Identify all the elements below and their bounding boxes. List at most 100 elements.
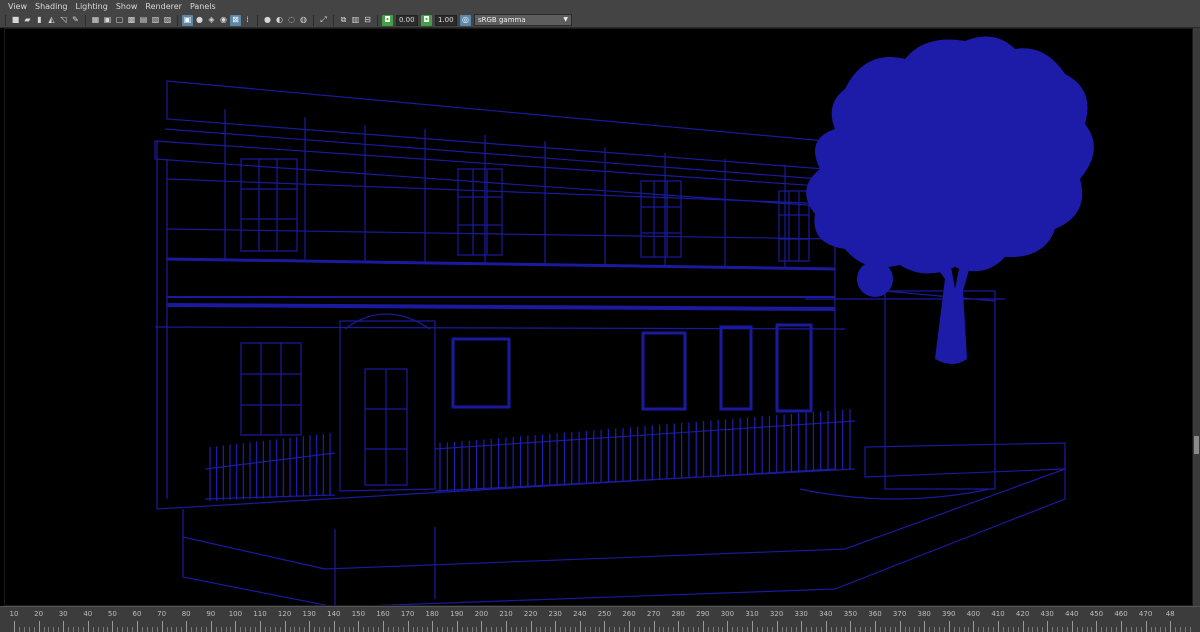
time-slider[interactable]: 10 20 30 40 50 60 70 80 90 100 110 120 130 140 150 160 1… [0, 606, 1200, 632]
time-tick-minor [314, 627, 316, 632]
panel-toolbar: ■ ▰ ▮ ◭ ◹ ✎ ▦ ▣ ▢ ▩ ▤ ▧ ▨ ▣ ● ◈ ◉ ⊠ ⁞ ● … [0, 13, 1200, 28]
time-tick-label: 10 [9, 610, 19, 618]
time-tick-minor [451, 627, 453, 632]
time-tick-major [186, 621, 188, 632]
safe-action-icon[interactable]: ▧ [150, 15, 161, 26]
menu-show[interactable]: Show [112, 0, 142, 13]
time-tick-minor [363, 627, 365, 632]
smooth-shade-icon[interactable]: ● [194, 15, 205, 26]
time-tick-minor [1135, 627, 1137, 632]
time-tick-minor [1081, 627, 1083, 632]
menu-panels[interactable]: Panels [186, 0, 220, 13]
time-tick-minor [181, 627, 183, 632]
exposure-field[interactable]: 0.00 [396, 14, 418, 26]
ambient-occlusion-icon[interactable]: ◐ [274, 15, 285, 26]
time-tick-minor [496, 627, 498, 632]
viewport-3d[interactable] [4, 28, 1193, 606]
image-plane-icon[interactable]: ◭ [46, 15, 57, 26]
motion-blur-icon[interactable]: ◌ [286, 15, 297, 26]
exposure-toggle-icon[interactable]: ◘ [382, 14, 393, 26]
time-tick-minor [820, 627, 822, 632]
viewport-scrollbar[interactable] [1193, 28, 1200, 606]
time-tick-label: 50 [107, 610, 117, 618]
time-tick-minor [156, 627, 158, 632]
time-tick-label: 130 [302, 610, 316, 618]
time-tick-major [407, 621, 409, 632]
time-tick-minor [1057, 627, 1059, 632]
textured-icon[interactable]: ◉ [218, 15, 229, 26]
color-management-icon[interactable]: ◎ [460, 14, 471, 26]
time-tick-minor [328, 627, 330, 632]
time-tick-minor [963, 627, 965, 632]
shadows-icon[interactable]: ● [262, 15, 273, 26]
tree-leaf-cluster [1003, 67, 1047, 111]
time-tick-major [1145, 621, 1147, 632]
time-tick-minor [574, 627, 576, 632]
grease-pencil-icon[interactable]: ✎ [70, 15, 81, 26]
field-chart-icon[interactable]: ▤ [138, 15, 149, 26]
camera-attributes-icon[interactable]: ▰ [22, 15, 33, 26]
time-tick-minor [1184, 627, 1186, 632]
tree-canopy [806, 36, 1094, 274]
time-tick-major [1047, 621, 1049, 632]
menu-shading[interactable]: Shading [31, 0, 72, 13]
view-transform-select[interactable]: sRGB gamma ▼ [474, 14, 572, 26]
time-tick-minor [402, 627, 404, 632]
time-tick-minor [811, 627, 813, 632]
isolate-select-icon[interactable]: ⤢ [318, 15, 329, 26]
grid-icon[interactable]: ▦ [90, 15, 101, 26]
menu-renderer[interactable]: Renderer [141, 0, 186, 13]
window-ground-4 [719, 325, 753, 411]
time-tick-minor [919, 627, 921, 632]
time-tick-minor [515, 627, 517, 632]
gate-mask-icon[interactable]: ▩ [126, 15, 137, 26]
time-tick-minor [1027, 627, 1029, 632]
film-gate-icon[interactable]: ▣ [102, 15, 113, 26]
time-tick-minor [993, 627, 995, 632]
resolution-gate-icon[interactable]: ▢ [114, 15, 125, 26]
anti-aliasing-icon[interactable]: ◍ [298, 15, 309, 26]
xray-icon[interactable]: ⊠ [230, 14, 241, 26]
time-tick-minor [673, 627, 675, 632]
time-tick-label: 370 [892, 610, 907, 618]
time-tick-minor [501, 627, 503, 632]
time-tick-label: 200 [474, 610, 489, 618]
time-tick-minor [786, 627, 788, 632]
time-tick-major [333, 621, 335, 632]
menu-view[interactable]: View [4, 0, 31, 13]
time-tick-minor [348, 627, 350, 632]
time-tick-minor [855, 627, 857, 632]
time-tick-label: 190 [450, 610, 464, 618]
gamma-toggle-icon[interactable]: ◘ [421, 14, 432, 26]
lights-icon[interactable]: ⁞ [242, 15, 253, 26]
time-tick-minor [722, 627, 724, 632]
floor-band-upper [166, 257, 836, 271]
time-tick-minor [323, 627, 325, 632]
time-tick-minor [294, 627, 296, 632]
time-tick-minor [107, 627, 109, 632]
gamma-field[interactable]: 1.00 [435, 14, 457, 26]
xray-active-icon[interactable]: ▥ [350, 15, 361, 26]
wireframe-icon[interactable]: ▣ [182, 14, 193, 26]
xray-joints-icon[interactable]: ⧉ [338, 15, 349, 26]
time-tick-minor [1106, 627, 1108, 632]
time-tick-minor [73, 627, 75, 632]
time-tick-minor [225, 627, 227, 632]
camera-icon[interactable]: ■ [10, 15, 21, 26]
safe-title-icon[interactable]: ▨ [162, 15, 173, 26]
scrollbar-thumb[interactable] [1194, 436, 1199, 454]
window-upper-1 [240, 158, 298, 252]
time-tick-minor [565, 627, 567, 632]
time-tick-minor [771, 627, 773, 632]
backface-culling-icon[interactable]: ⊟ [362, 15, 373, 26]
time-tick-label: 48 [1165, 610, 1175, 618]
menu-lighting[interactable]: Lighting [71, 0, 111, 13]
time-tick-minor [633, 627, 635, 632]
bookmark-icon[interactable]: ▮ [34, 15, 45, 26]
time-tick-label: 430 [1040, 610, 1054, 618]
2d-pan-zoom-icon[interactable]: ◹ [58, 15, 69, 26]
tree-base [799, 488, 991, 500]
time-tick-minor [1017, 627, 1019, 632]
bounding-box-icon[interactable]: ◈ [206, 15, 217, 26]
time-tick-minor [584, 627, 586, 632]
